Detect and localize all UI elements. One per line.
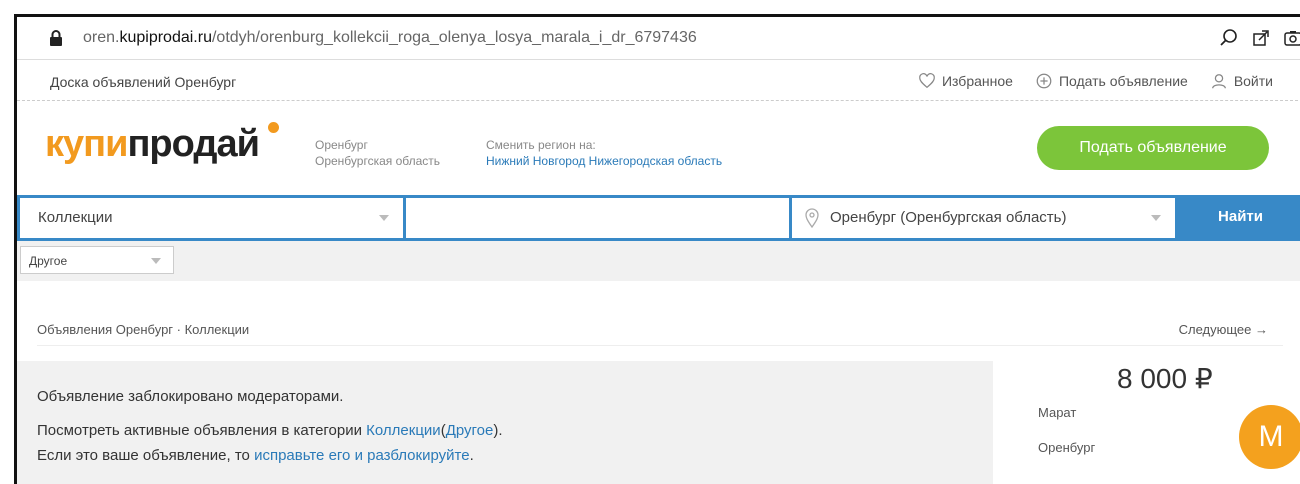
zoom-icon[interactable] (1219, 28, 1239, 48)
post-ad-label: Подать объявление (1058, 73, 1188, 89)
location-select-value: Оренбург (Оренбургская область) (830, 209, 1067, 226)
breadcrumb[interactable]: Объявления Оренбург · Коллекции (37, 322, 249, 337)
filter-row: Другое (17, 241, 1300, 281)
login-label: Войти (1233, 73, 1273, 89)
url-domain: kupiprodai.ru (119, 29, 212, 46)
find-button[interactable]: Найти (1178, 195, 1300, 241)
category-link-other[interactable]: Другое (446, 422, 494, 439)
logo-part-prodai: продай (127, 123, 259, 165)
active-ads-suffix: ). (493, 422, 503, 439)
category-select[interactable]: Коллекции (20, 198, 403, 238)
seller-name[interactable]: Марат (1038, 405, 1076, 420)
listing-price: 8 000 ₽ (1117, 363, 1213, 394)
lock-icon (50, 30, 62, 46)
url-subdomain: oren. (83, 29, 120, 46)
category-link-collections[interactable]: Коллекции (366, 422, 441, 439)
subcategory-select-value: Другое (29, 254, 68, 268)
url-text[interactable]: oren.kupiprodai.ru/otdyh/orenburg_kollek… (83, 29, 697, 47)
location-select[interactable]: Оренбург (Оренбургская область) (792, 198, 1175, 238)
owner-message: Если это ваше объявление, то исправьте е… (37, 447, 474, 464)
divider (37, 345, 1283, 346)
blocked-message: Объявление заблокировано модераторами. (37, 388, 344, 405)
post-ad-button[interactable]: Подать объявление (1037, 126, 1269, 170)
avatar[interactable]: М (1239, 405, 1300, 469)
search-bar: Коллекции Оренбург (Оренбургская область… (17, 195, 1300, 241)
change-region-link[interactable]: Нижний Новгород Нижегородская область (486, 153, 722, 169)
next-ad-link[interactable]: Следующее → (1179, 322, 1268, 337)
logo-dot-icon (268, 122, 279, 133)
active-ads-message: Посмотреть активные объявления в категор… (37, 422, 503, 439)
toolbar-icons (1219, 28, 1300, 48)
user-icon (1211, 74, 1226, 89)
favorites-label: Избранное (941, 73, 1013, 89)
blocked-notice: Объявление заблокировано модераторами. П… (17, 361, 993, 484)
current-oblast: Оренбургская область (315, 154, 441, 168)
chevron-down-icon (1151, 215, 1161, 221)
category-select-value: Коллекции (38, 209, 113, 226)
browser-window: oren.kupiprodai.ru/otdyh/orenburg_kollek… (14, 14, 1300, 484)
seller-city: Оренбург (1038, 440, 1096, 455)
share-icon[interactable] (1251, 28, 1271, 48)
top-links: Избранное Подать объявление Войти (918, 72, 1273, 90)
fix-and-unblock-link[interactable]: исправьте его и разблокируйте (254, 447, 470, 464)
favorites-link[interactable]: Избранное (918, 72, 1013, 90)
current-region: Оренбург Оренбургская область (315, 137, 440, 169)
site-header: купипродай Оренбург Оренбургская область… (17, 102, 1300, 194)
site-logo[interactable]: купипродай (45, 123, 260, 165)
search-input[interactable] (406, 198, 789, 238)
address-bar[interactable]: oren.kupiprodai.ru/otdyh/orenburg_kollek… (17, 17, 1300, 60)
site-title-link[interactable]: Доска объявлений Оренбург (50, 74, 236, 90)
change-region-label: Сменить регион на: (486, 138, 596, 152)
subcategory-select[interactable]: Другое (20, 246, 174, 274)
screenshot-icon[interactable] (1283, 28, 1300, 48)
current-city: Оренбург (315, 138, 368, 152)
owner-message-suffix: . (469, 447, 474, 464)
plus-circle-icon (1036, 73, 1052, 89)
url-path: /otdyh/orenburg_kollekcii_roga_olenya_lo… (211, 29, 697, 46)
top-links-bar: Доска объявлений Оренбург Избранное Пода… (17, 61, 1300, 101)
owner-message-prefix: Если это ваше объявление, то (37, 447, 255, 464)
login-link[interactable]: Войти (1210, 72, 1273, 90)
heart-icon (919, 73, 935, 89)
change-region: Сменить регион на: Нижний Новгород Нижег… (486, 137, 722, 169)
post-ad-link[interactable]: Подать объявление (1035, 72, 1188, 90)
chevron-down-icon (379, 215, 389, 221)
active-ads-prefix: Посмотреть активные объявления в категор… (37, 422, 367, 439)
location-pin-icon (805, 208, 819, 228)
chevron-down-icon (151, 258, 161, 264)
logo-part-kupi: купи (45, 123, 128, 165)
